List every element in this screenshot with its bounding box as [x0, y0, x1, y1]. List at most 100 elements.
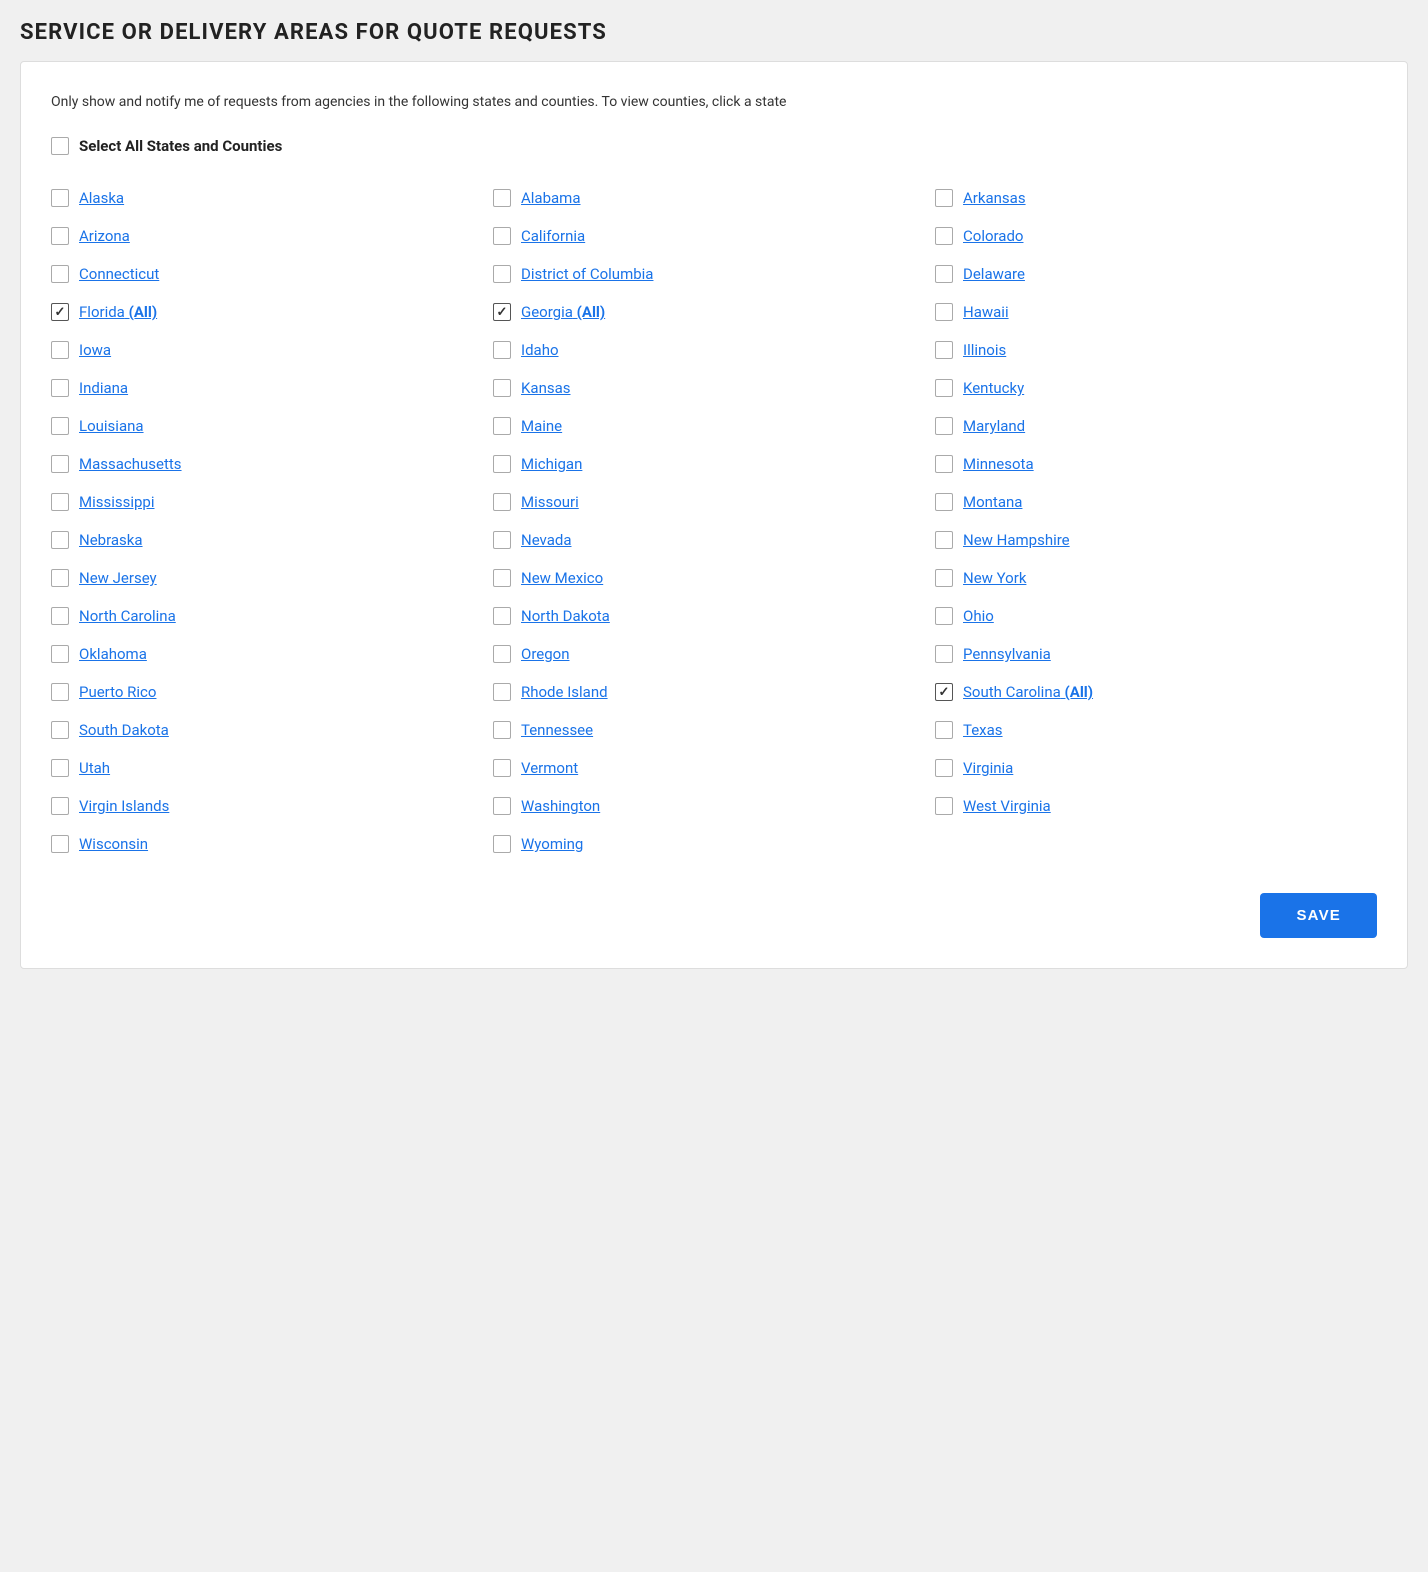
state-link-alaska[interactable]: Alaska — [79, 189, 124, 207]
state-link-oregon[interactable]: Oregon — [521, 645, 569, 663]
state-link-nebraska[interactable]: Nebraska — [79, 531, 143, 549]
state-link-arizona[interactable]: Arizona — [79, 227, 130, 245]
checkbox-new_hampshire[interactable] — [935, 531, 953, 549]
checkbox-alabama[interactable] — [493, 189, 511, 207]
state-link-wisconsin[interactable]: Wisconsin — [79, 835, 148, 853]
state-link-alabama[interactable]: Alabama — [521, 189, 581, 207]
checkbox-nebraska[interactable] — [51, 531, 69, 549]
state-link-virgin_islands[interactable]: Virgin Islands — [79, 797, 169, 815]
checkbox-dc[interactable] — [493, 265, 511, 283]
checkbox-hawaii[interactable] — [935, 303, 953, 321]
checkbox-virgin_islands[interactable] — [51, 797, 69, 815]
checkbox-north_dakota[interactable] — [493, 607, 511, 625]
state-link-louisiana[interactable]: Louisiana — [79, 417, 144, 435]
checkbox-maryland[interactable] — [935, 417, 953, 435]
checkbox-connecticut[interactable] — [51, 265, 69, 283]
state-link-tennessee[interactable]: Tennessee — [521, 721, 593, 739]
checkbox-new_mexico[interactable] — [493, 569, 511, 587]
state-link-vermont[interactable]: Vermont — [521, 759, 578, 777]
checkbox-south_dakota[interactable] — [51, 721, 69, 739]
state-link-kentucky[interactable]: Kentucky — [963, 379, 1024, 397]
checkbox-pennsylvania[interactable] — [935, 645, 953, 663]
state-link-connecticut[interactable]: Connecticut — [79, 265, 159, 283]
checkbox-missouri[interactable] — [493, 493, 511, 511]
state-link-utah[interactable]: Utah — [79, 759, 110, 777]
state-link-oklahoma[interactable]: Oklahoma — [79, 645, 147, 663]
state-link-new_york[interactable]: New York — [963, 569, 1026, 587]
checkbox-west_virginia[interactable] — [935, 797, 953, 815]
checkbox-virginia[interactable] — [935, 759, 953, 777]
checkbox-rhode_island[interactable] — [493, 683, 511, 701]
state-link-new_hampshire[interactable]: New Hampshire — [963, 531, 1070, 549]
checkbox-louisiana[interactable] — [51, 417, 69, 435]
state-link-mississippi[interactable]: Mississippi — [79, 493, 155, 511]
state-link-west_virginia[interactable]: West Virginia — [963, 797, 1051, 815]
state-link-puerto_rico[interactable]: Puerto Rico — [79, 683, 156, 701]
checkbox-nevada[interactable] — [493, 531, 511, 549]
state-link-virginia[interactable]: Virginia — [963, 759, 1013, 777]
checkbox-oregon[interactable] — [493, 645, 511, 663]
checkbox-iowa[interactable] — [51, 341, 69, 359]
state-link-florida[interactable]: Florida (All) — [79, 303, 157, 321]
checkbox-south_carolina[interactable] — [935, 683, 953, 701]
state-link-idaho[interactable]: Idaho — [521, 341, 559, 359]
checkbox-kansas[interactable] — [493, 379, 511, 397]
state-link-colorado[interactable]: Colorado — [963, 227, 1023, 245]
checkbox-idaho[interactable] — [493, 341, 511, 359]
state-link-south_dakota[interactable]: South Dakota — [79, 721, 169, 739]
state-link-new_jersey[interactable]: New Jersey — [79, 569, 157, 587]
state-link-arkansas[interactable]: Arkansas — [963, 189, 1026, 207]
checkbox-mississippi[interactable] — [51, 493, 69, 511]
checkbox-vermont[interactable] — [493, 759, 511, 777]
checkbox-maine[interactable] — [493, 417, 511, 435]
state-link-maryland[interactable]: Maryland — [963, 417, 1025, 435]
state-link-pennsylvania[interactable]: Pennsylvania — [963, 645, 1051, 663]
checkbox-wisconsin[interactable] — [51, 835, 69, 853]
state-link-north_carolina[interactable]: North Carolina — [79, 607, 176, 625]
checkbox-wyoming[interactable] — [493, 835, 511, 853]
state-link-michigan[interactable]: Michigan — [521, 455, 582, 473]
state-link-delaware[interactable]: Delaware — [963, 265, 1025, 283]
checkbox-delaware[interactable] — [935, 265, 953, 283]
state-link-missouri[interactable]: Missouri — [521, 493, 579, 511]
state-link-south_carolina[interactable]: South Carolina (All) — [963, 683, 1093, 701]
state-link-texas[interactable]: Texas — [963, 721, 1003, 739]
state-link-washington[interactable]: Washington — [521, 797, 600, 815]
checkbox-puerto_rico[interactable] — [51, 683, 69, 701]
checkbox-tennessee[interactable] — [493, 721, 511, 739]
state-link-minnesota[interactable]: Minnesota — [963, 455, 1034, 473]
state-link-indiana[interactable]: Indiana — [79, 379, 128, 397]
checkbox-massachusetts[interactable] — [51, 455, 69, 473]
checkbox-new_york[interactable] — [935, 569, 953, 587]
checkbox-michigan[interactable] — [493, 455, 511, 473]
state-link-illinois[interactable]: Illinois — [963, 341, 1006, 359]
state-link-iowa[interactable]: Iowa — [79, 341, 111, 359]
checkbox-new_jersey[interactable] — [51, 569, 69, 587]
save-button[interactable]: SAVE — [1260, 893, 1377, 938]
state-link-nevada[interactable]: Nevada — [521, 531, 572, 549]
checkbox-montana[interactable] — [935, 493, 953, 511]
checkbox-indiana[interactable] — [51, 379, 69, 397]
checkbox-minnesota[interactable] — [935, 455, 953, 473]
state-link-north_dakota[interactable]: North Dakota — [521, 607, 610, 625]
checkbox-ohio[interactable] — [935, 607, 953, 625]
state-link-dc[interactable]: District of Columbia — [521, 265, 653, 283]
state-link-massachusetts[interactable]: Massachusetts — [79, 455, 182, 473]
checkbox-oklahoma[interactable] — [51, 645, 69, 663]
state-link-hawaii[interactable]: Hawaii — [963, 303, 1009, 321]
checkbox-georgia[interactable] — [493, 303, 511, 321]
checkbox-utah[interactable] — [51, 759, 69, 777]
state-link-new_mexico[interactable]: New Mexico — [521, 569, 603, 587]
checkbox-kentucky[interactable] — [935, 379, 953, 397]
select-all-checkbox[interactable] — [51, 137, 69, 155]
checkbox-colorado[interactable] — [935, 227, 953, 245]
checkbox-california[interactable] — [493, 227, 511, 245]
state-link-ohio[interactable]: Ohio — [963, 607, 994, 625]
checkbox-north_carolina[interactable] — [51, 607, 69, 625]
state-link-montana[interactable]: Montana — [963, 493, 1022, 511]
state-link-wyoming[interactable]: Wyoming — [521, 835, 583, 853]
state-link-maine[interactable]: Maine — [521, 417, 562, 435]
checkbox-arizona[interactable] — [51, 227, 69, 245]
state-link-rhode_island[interactable]: Rhode Island — [521, 683, 608, 701]
checkbox-alaska[interactable] — [51, 189, 69, 207]
